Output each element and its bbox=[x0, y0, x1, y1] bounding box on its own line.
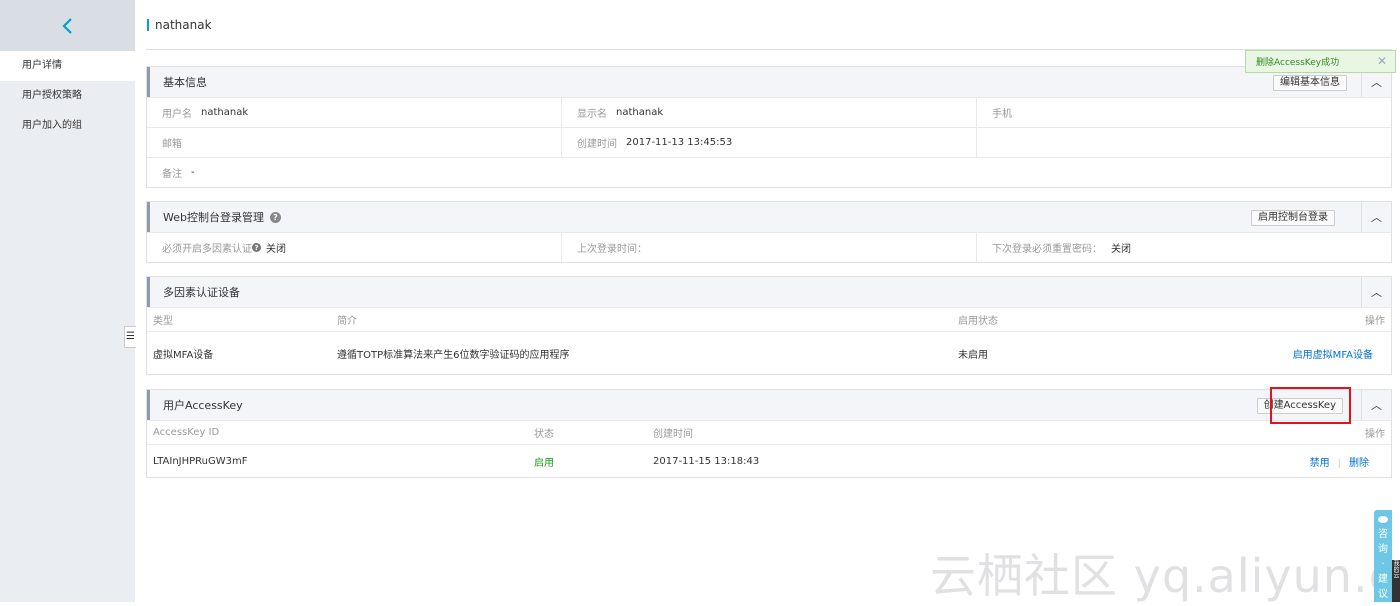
toast-message: 删除AccessKey成功 bbox=[1256, 58, 1340, 68]
page-header: nathanak bbox=[146, 0, 1392, 50]
feedback-char: 议 bbox=[1378, 589, 1388, 600]
chevron-left-icon bbox=[61, 17, 72, 34]
main-content: nathanak 基本信息 编辑基本信息 ︿ 用户名 nathanak 显示名 na… bbox=[146, 0, 1392, 478]
title-accent-bar bbox=[147, 18, 149, 31]
collapse-mfa-toggle[interactable]: ︿ bbox=[1361, 277, 1391, 307]
collapse-accesskey-toggle[interactable]: ︿ bbox=[1361, 390, 1391, 420]
display-name-value: nathanak bbox=[616, 107, 664, 118]
column-header-action: 操作 bbox=[1365, 316, 1385, 327]
sidebar-item-user-groups[interactable]: 用户加入的组 bbox=[0, 111, 135, 141]
mfa-status: 未启用 bbox=[958, 349, 988, 361]
column-header-type: 类型 bbox=[153, 316, 173, 327]
chevron-up-icon: ︿ bbox=[1371, 399, 1382, 412]
remark-label: 备注 bbox=[162, 169, 182, 180]
email-label: 邮箱 bbox=[162, 139, 182, 150]
created-time-label: 创建时间 bbox=[577, 139, 617, 150]
sidebar: 用户详情 用户授权策略 用户加入的组 bbox=[0, 0, 135, 602]
remark-value: - bbox=[191, 167, 195, 178]
page-title: nathanak bbox=[155, 17, 212, 32]
accesskey-status: 启用 bbox=[534, 457, 554, 469]
basic-info-header: 基本信息 编辑基本信息 ︿ bbox=[147, 67, 1391, 97]
created-time-value: 2017-11-13 13:45:53 bbox=[626, 137, 733, 148]
mfa-table-header: 类型 简介 启用状态 操作 bbox=[147, 307, 1391, 331]
sidebar-item-user-details[interactable]: 用户详情 bbox=[0, 51, 135, 81]
feedback-char: 询 bbox=[1378, 544, 1388, 555]
console-login-panel: Web控制台登录管理 ? 启用控制台登录 ︿ 必须开启多因素认证? 关闭 上次登录… bbox=[146, 201, 1392, 263]
console-login-header: Web控制台登录管理 ? 启用控制台登录 ︿ bbox=[147, 202, 1391, 232]
display-name-label: 显示名 bbox=[577, 109, 607, 120]
feedback-char: 建 bbox=[1378, 574, 1388, 585]
column-header-id: AccessKey ID bbox=[153, 427, 220, 438]
success-toast: 删除AccessKey成功 ✕ bbox=[1245, 50, 1396, 73]
enable-virtual-mfa-link[interactable]: 启用虚拟MFA设备 bbox=[1293, 346, 1373, 361]
mfa-header: 多因素认证设备 ︿ bbox=[147, 277, 1391, 307]
mfa-required-value: 关闭 bbox=[266, 244, 286, 255]
highlight-box bbox=[1270, 387, 1351, 424]
column-header-status: 启用状态 bbox=[958, 316, 998, 327]
delete-accesskey-link[interactable]: 删除 bbox=[1349, 458, 1369, 469]
mfa-required-label: 必须开启多因素认证 bbox=[162, 244, 252, 255]
side-tab[interactable]: 我的云 bbox=[1392, 560, 1400, 602]
basic-info-title: 基本信息 bbox=[163, 76, 207, 89]
sidebar-collapse-handle[interactable]: ☰ bbox=[124, 326, 136, 348]
accesskey-panel: 用户AccessKey 创建AccessKey ︿ AccessKey ID 状… bbox=[146, 389, 1392, 478]
collapse-console-login-toggle[interactable]: ︿ bbox=[1361, 202, 1391, 232]
table-row: LTAInJHPRuGW3mF 启用 2017-11-15 13:18:43 禁… bbox=[147, 444, 1391, 477]
accesskey-title: 用户AccessKey bbox=[163, 399, 243, 412]
mfa-desc: 遵循TOTP标准算法来产生6位数字验证码的应用程序 bbox=[337, 349, 570, 361]
watermark-text: 云栖社区 yq.aliyun.com bbox=[930, 549, 1400, 603]
help-icon[interactable]: ? bbox=[269, 211, 281, 223]
action-divider: | bbox=[1337, 457, 1341, 469]
sidebar-item-user-policies[interactable]: 用户授权策略 bbox=[0, 81, 135, 111]
disable-accesskey-link[interactable]: 禁用 bbox=[1310, 458, 1330, 469]
console-login-title: Web控制台登录管理 bbox=[163, 211, 264, 224]
reset-password-label: 下次登录必须重置密码： bbox=[992, 244, 1102, 255]
accesskey-id: LTAInJHPRuGW3mF bbox=[153, 455, 248, 467]
chevron-up-icon: ︿ bbox=[1371, 211, 1382, 224]
accesskey-created: 2017-11-15 13:18:43 bbox=[653, 455, 760, 467]
column-header-desc: 简介 bbox=[337, 316, 357, 327]
feedback-widget[interactable]: 咨 询 · 建 议 bbox=[1374, 510, 1392, 602]
mfa-panel: 多因素认证设备 ︿ 类型 简介 启用状态 操作 虚拟MFA设备 遵循TOTP标准… bbox=[146, 276, 1392, 375]
table-row: 虚拟MFA设备 遵循TOTP标准算法来产生6位数字验证码的应用程序 未启用 启用… bbox=[147, 331, 1391, 374]
mfa-type: 虚拟MFA设备 bbox=[153, 349, 214, 361]
feedback-char: · bbox=[1381, 559, 1385, 570]
help-icon[interactable]: ? bbox=[252, 243, 261, 252]
username-value: nathanak bbox=[201, 107, 249, 118]
last-login-label: 上次登录时间： bbox=[577, 244, 647, 255]
basic-info-panel: 基本信息 编辑基本信息 ︿ 用户名 nathanak 显示名 nathanak 手机… bbox=[146, 66, 1392, 188]
accesskey-header: 用户AccessKey 创建AccessKey ︿ bbox=[147, 390, 1391, 420]
back-button[interactable] bbox=[0, 0, 135, 51]
feedback-icon bbox=[1378, 516, 1388, 523]
enable-console-login-button[interactable]: 启用控制台登录 bbox=[1251, 210, 1335, 226]
feedback-char: 咨 bbox=[1378, 529, 1388, 540]
mfa-title: 多因素认证设备 bbox=[163, 286, 240, 299]
column-header-status: 状态 bbox=[534, 429, 554, 440]
phone-label: 手机 bbox=[992, 109, 1012, 120]
column-header-created: 创建时间 bbox=[653, 429, 693, 440]
reset-password-value: 关闭 bbox=[1111, 244, 1131, 255]
menu-collapse-icon: ☰ bbox=[126, 331, 135, 342]
close-icon[interactable]: ✕ bbox=[1377, 54, 1387, 68]
column-header-action: 操作 bbox=[1365, 429, 1385, 440]
username-label: 用户名 bbox=[162, 109, 192, 120]
chevron-up-icon: ︿ bbox=[1371, 76, 1382, 89]
chevron-up-icon: ︿ bbox=[1371, 286, 1382, 299]
accesskey-table-header: AccessKey ID 状态 创建时间 操作 bbox=[147, 420, 1391, 444]
edit-basic-info-button[interactable]: 编辑基本信息 bbox=[1273, 75, 1347, 91]
